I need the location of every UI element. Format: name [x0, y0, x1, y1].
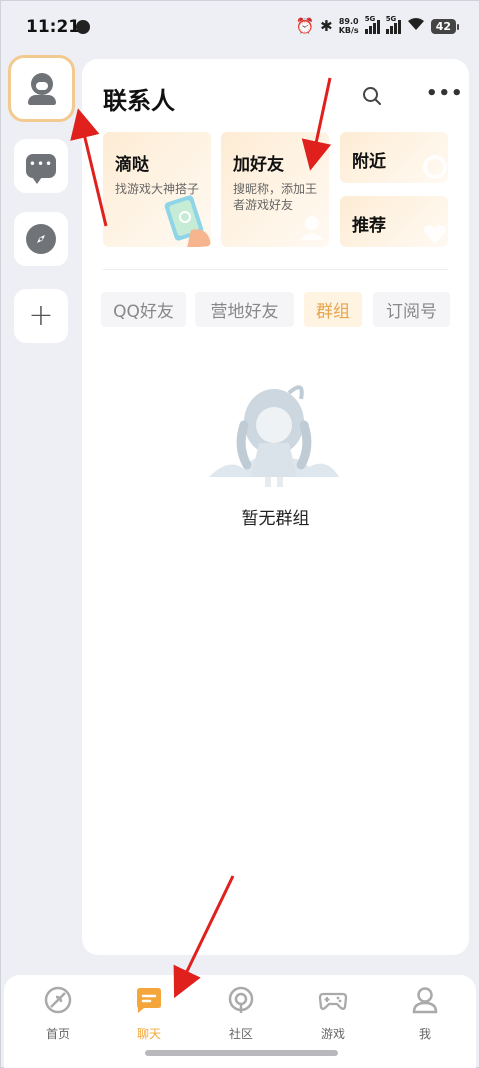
- add-user-icon: [300, 216, 324, 240]
- home-icon: [44, 986, 72, 1014]
- empty-state-illustration: [209, 385, 339, 487]
- nav-games[interactable]: 游戏: [293, 985, 373, 1042]
- didi-card[interactable]: 滴哒 找游戏大神搭子: [103, 132, 211, 247]
- nav-chat[interactable]: 聊天: [109, 985, 189, 1042]
- contacts-panel: 联系人 ••• 滴哒 找游戏大神搭子 加好友 搜昵称，添加王者游戏好友 附近 推…: [82, 59, 469, 955]
- gamepad-icon: [318, 992, 348, 1010]
- tab-subscriptions[interactable]: 订阅号: [373, 292, 450, 327]
- status-time: 11:21: [26, 17, 81, 37]
- location-icon: [423, 155, 447, 179]
- rail-discover-button[interactable]: [14, 212, 68, 266]
- tab-qq-friends[interactable]: QQ好友: [101, 292, 186, 327]
- rail-add-button[interactable]: +: [14, 289, 68, 343]
- divider: [103, 269, 448, 270]
- plus-icon: +: [28, 298, 54, 333]
- nav-profile[interactable]: 我: [385, 985, 465, 1042]
- profile-icon: [412, 987, 438, 1014]
- nearby-card[interactable]: 附近: [340, 132, 448, 183]
- home-indicator[interactable]: [145, 1050, 338, 1056]
- add-friend-card[interactable]: 加好友 搜昵称，添加王者游戏好友: [221, 132, 329, 247]
- nearby-title: 附近: [352, 152, 386, 172]
- rail-contacts-button[interactable]: [8, 55, 75, 122]
- contacts-icon: [27, 72, 56, 105]
- tab-groups[interactable]: 群组: [304, 292, 362, 327]
- more-icon[interactable]: •••: [426, 83, 464, 104]
- recommend-card[interactable]: 推荐: [340, 196, 448, 247]
- chat-icon: •••: [26, 154, 56, 184]
- app-notification-icon: [76, 20, 90, 34]
- compass-icon: [26, 224, 56, 254]
- didi-title: 滴哒: [115, 155, 149, 175]
- network-speed: 89.0 KB/s: [338, 17, 359, 35]
- recommend-title: 推荐: [352, 216, 386, 236]
- community-icon: [228, 986, 254, 1013]
- nav-profile-label: 我: [418, 1027, 431, 1041]
- nav-home[interactable]: 首页: [18, 985, 98, 1042]
- nav-chat-label: 聊天: [136, 1027, 161, 1041]
- nav-games-label: 游戏: [320, 1027, 345, 1041]
- page-title: 联系人: [103, 87, 175, 115]
- signal-icon: 5G: [364, 15, 380, 34]
- tab-camp-friends[interactable]: 营地好友: [195, 292, 294, 327]
- add-friend-subtitle: 搜昵称，添加王者游戏好友: [233, 182, 318, 212]
- alarm-icon: ⏰: [295, 17, 315, 35]
- status-icons: ⏰ ✱ 89.0 KB/s 5G 5G 42: [295, 15, 460, 36]
- empty-state-text: 暂无群组: [241, 509, 310, 529]
- wifi-icon: [407, 16, 425, 36]
- search-icon[interactable]: [362, 86, 382, 106]
- nav-community-label: 社区: [228, 1027, 253, 1041]
- phone-hand-illustration: [164, 195, 211, 247]
- nav-community[interactable]: 社区: [201, 985, 281, 1042]
- status-bar: 11:21 ⏰ ✱ 89.0 KB/s 5G 5G 42: [0, 0, 480, 56]
- add-friend-title: 加好友: [233, 155, 284, 175]
- bluetooth-icon: ✱: [320, 17, 333, 35]
- chat-icon: [137, 988, 161, 1013]
- battery-indicator: 42: [430, 18, 460, 34]
- nav-home-label: 首页: [45, 1027, 70, 1041]
- rail-messages-button[interactable]: •••: [14, 139, 68, 193]
- heart-icon: [424, 225, 446, 244]
- signal-icon-2: 5G: [385, 15, 401, 34]
